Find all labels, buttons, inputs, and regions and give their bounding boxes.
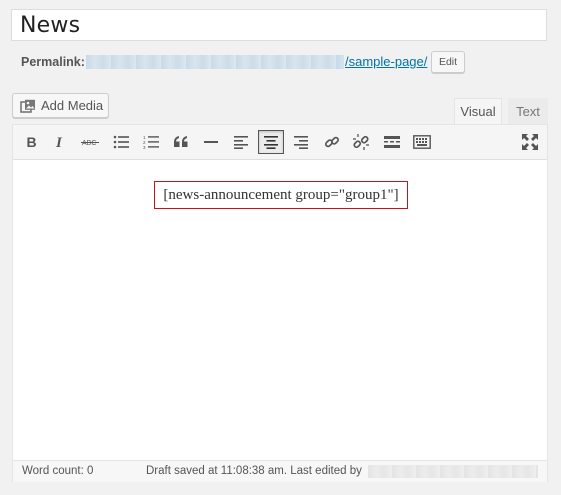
italic-button[interactable]: I <box>47 130 73 154</box>
word-count-value: 0 <box>87 465 94 477</box>
insert-link-button[interactable] <box>319 130 345 154</box>
shortcode-text[interactable]: [news-announcement group="group1"] <box>154 181 408 209</box>
align-center-button[interactable] <box>258 130 284 154</box>
bold-button[interactable]: B <box>18 130 44 154</box>
numbered-list-button[interactable]: 123 <box>138 130 164 154</box>
draft-saved-status: Draft saved at 11:08:38 am. Last edited … <box>146 465 362 477</box>
bold-icon: B <box>24 135 38 149</box>
content-editor: B I ABC 123 [news-announcement group="gr… <box>12 124 548 482</box>
permalink-row: Permalink: <box>21 51 85 73</box>
align-left-button[interactable] <box>228 130 254 154</box>
add-media-button[interactable]: Add Media <box>12 93 109 118</box>
unlink-icon <box>352 133 370 151</box>
align-right-button[interactable] <box>288 130 314 154</box>
blockquote-button[interactable] <box>168 130 194 154</box>
word-count-label: Word count: <box>22 465 84 477</box>
svg-text:B: B <box>27 135 37 149</box>
permalink-edit-button[interactable]: Edit <box>431 51 465 73</box>
bulleted-list-icon <box>113 135 129 149</box>
svg-text:3: 3 <box>143 145 146 149</box>
add-media-label: Add Media <box>41 98 104 113</box>
permalink-label: Permalink: <box>21 55 85 69</box>
tab-text[interactable]: Text <box>508 98 548 125</box>
post-title-input[interactable]: News <box>11 9 547 41</box>
strikethrough-icon: ABC <box>81 135 99 149</box>
permalink-url-redacted <box>86 55 344 69</box>
keyboard-icon <box>413 135 431 149</box>
read-more-button[interactable] <box>379 130 405 154</box>
italic-icon: I <box>53 135 67 149</box>
permalink-url-link[interactable]: /sample-page/ <box>345 51 427 73</box>
read-more-icon <box>384 136 400 148</box>
word-count: Word count: 0 <box>22 461 93 481</box>
align-center-icon <box>264 135 278 149</box>
align-right-icon <box>294 135 308 149</box>
tab-visual[interactable]: Visual <box>454 98 502 125</box>
bulleted-list-button[interactable] <box>108 130 134 154</box>
media-icon <box>20 98 36 113</box>
blockquote-icon <box>173 136 189 148</box>
horizontal-line-button[interactable] <box>198 130 224 154</box>
editor-status-bar: Word count: 0 Draft saved at 11:08:38 am… <box>13 460 547 482</box>
numbered-list-icon: 123 <box>143 135 159 149</box>
editor-content-area[interactable]: [news-announcement group="group1"] <box>13 160 547 460</box>
strikethrough-button[interactable]: ABC <box>77 130 103 154</box>
last-editor-redacted <box>368 465 538 478</box>
fullscreen-button[interactable] <box>517 130 543 154</box>
svg-text:ABC: ABC <box>82 140 96 147</box>
link-icon <box>324 134 340 150</box>
toolbar-toggle-button[interactable] <box>409 130 435 154</box>
fullscreen-icon <box>522 134 538 150</box>
remove-link-button[interactable] <box>348 130 374 154</box>
svg-text:I: I <box>55 135 63 149</box>
horizontal-line-icon <box>204 140 218 144</box>
editor-toolbar: B I ABC 123 <box>13 125 547 160</box>
align-left-icon <box>234 135 248 149</box>
